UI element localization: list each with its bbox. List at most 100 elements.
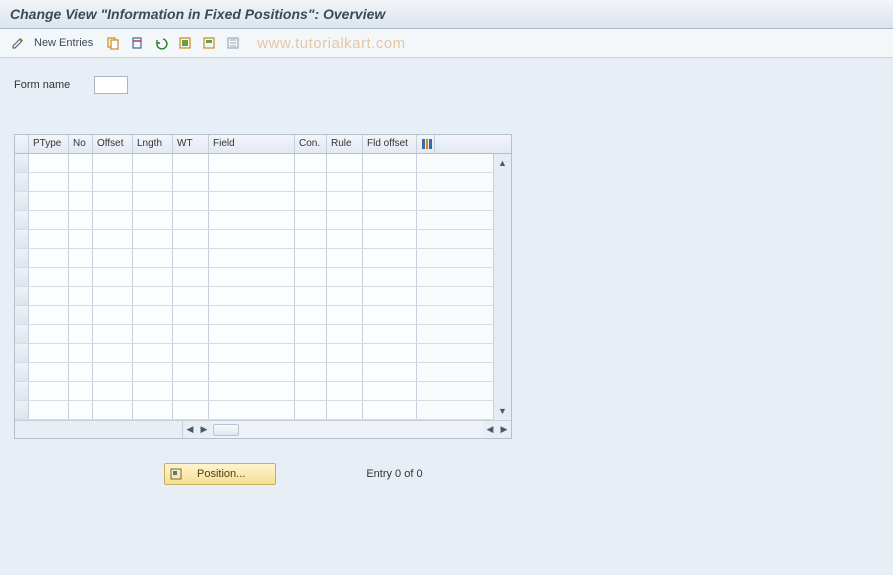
cell-con[interactable] <box>295 325 327 343</box>
cell-field[interactable] <box>209 344 295 362</box>
cell-lngth[interactable] <box>133 306 173 324</box>
cell-no[interactable] <box>69 382 93 400</box>
column-wt[interactable]: WT <box>173 135 209 153</box>
cell-field[interactable] <box>209 154 295 172</box>
column-rule[interactable]: Rule <box>327 135 363 153</box>
row-selector[interactable] <box>15 325 29 343</box>
cell-no[interactable] <box>69 401 93 419</box>
cell-offset[interactable] <box>93 344 133 362</box>
hscroll-right-icon[interactable]: ▶ <box>497 423 511 437</box>
hscroll-thumb[interactable] <box>213 424 239 436</box>
cell-lngth[interactable] <box>133 287 173 305</box>
cell-fld[interactable] <box>363 306 417 324</box>
form-name-input[interactable] <box>94 76 128 94</box>
cell-offset[interactable] <box>93 192 133 210</box>
cell-ptype[interactable] <box>29 382 69 400</box>
cell-no[interactable] <box>69 268 93 286</box>
cell-rule[interactable] <box>327 287 363 305</box>
cell-fld[interactable] <box>363 268 417 286</box>
cell-con[interactable] <box>295 306 327 324</box>
cell-no[interactable] <box>69 363 93 381</box>
cell-rule[interactable] <box>327 382 363 400</box>
cell-con[interactable] <box>295 192 327 210</box>
cell-wt[interactable] <box>173 306 209 324</box>
cell-field[interactable] <box>209 325 295 343</box>
cell-fld[interactable] <box>363 382 417 400</box>
cell-lngth[interactable] <box>133 344 173 362</box>
cell-rule[interactable] <box>327 211 363 229</box>
cell-rule[interactable] <box>327 344 363 362</box>
column-fld-offset[interactable]: Fld offset <box>363 135 417 153</box>
cell-lngth[interactable] <box>133 401 173 419</box>
undo-icon[interactable] <box>151 33 171 53</box>
cell-wt[interactable] <box>173 287 209 305</box>
cell-wt[interactable] <box>173 249 209 267</box>
cell-rule[interactable] <box>327 173 363 191</box>
row-selector[interactable] <box>15 268 29 286</box>
column-no[interactable]: No <box>69 135 93 153</box>
row-selector[interactable] <box>15 344 29 362</box>
row-selector[interactable] <box>15 401 29 419</box>
hscroll-track[interactable] <box>211 421 483 438</box>
cell-wt[interactable] <box>173 325 209 343</box>
column-lngth[interactable]: Lngth <box>133 135 173 153</box>
cell-wt[interactable] <box>173 192 209 210</box>
cell-lngth[interactable] <box>133 249 173 267</box>
cell-lngth[interactable] <box>133 211 173 229</box>
cell-con[interactable] <box>295 230 327 248</box>
cell-no[interactable] <box>69 230 93 248</box>
row-selector[interactable] <box>15 192 29 210</box>
cell-field[interactable] <box>209 287 295 305</box>
cell-rule[interactable] <box>327 154 363 172</box>
cell-fld[interactable] <box>363 154 417 172</box>
cell-no[interactable] <box>69 325 93 343</box>
cell-con[interactable] <box>295 382 327 400</box>
cell-wt[interactable] <box>173 173 209 191</box>
cell-con[interactable] <box>295 173 327 191</box>
row-selector[interactable] <box>15 249 29 267</box>
cell-field[interactable] <box>209 173 295 191</box>
cell-lngth[interactable] <box>133 154 173 172</box>
cell-field[interactable] <box>209 249 295 267</box>
cell-offset[interactable] <box>93 268 133 286</box>
cell-lngth[interactable] <box>133 268 173 286</box>
column-con[interactable]: Con. <box>295 135 327 153</box>
cell-rule[interactable] <box>327 401 363 419</box>
cell-lngth[interactable] <box>133 192 173 210</box>
cell-field[interactable] <box>209 401 295 419</box>
cell-ptype[interactable] <box>29 173 69 191</box>
cell-wt[interactable] <box>173 363 209 381</box>
select-block-icon[interactable] <box>199 33 219 53</box>
row-selector[interactable] <box>15 306 29 324</box>
cell-wt[interactable] <box>173 401 209 419</box>
cell-offset[interactable] <box>93 306 133 324</box>
cell-field[interactable] <box>209 382 295 400</box>
row-selector[interactable] <box>15 363 29 381</box>
column-field[interactable]: Field <box>209 135 295 153</box>
cell-field[interactable] <box>209 363 295 381</box>
cell-field[interactable] <box>209 268 295 286</box>
cell-ptype[interactable] <box>29 192 69 210</box>
horizontal-scrollbar[interactable]: ◀ ▶ ◀ ▶ <box>15 420 511 438</box>
cell-wt[interactable] <box>173 154 209 172</box>
cell-rule[interactable] <box>327 230 363 248</box>
cell-fld[interactable] <box>363 401 417 419</box>
cell-field[interactable] <box>209 211 295 229</box>
row-selector[interactable] <box>15 211 29 229</box>
cell-no[interactable] <box>69 211 93 229</box>
cell-rule[interactable] <box>327 249 363 267</box>
cell-lngth[interactable] <box>133 230 173 248</box>
cell-con[interactable] <box>295 287 327 305</box>
cell-fld[interactable] <box>363 230 417 248</box>
cell-fld[interactable] <box>363 344 417 362</box>
cell-wt[interactable] <box>173 268 209 286</box>
cell-con[interactable] <box>295 401 327 419</box>
cell-lngth[interactable] <box>133 173 173 191</box>
cell-ptype[interactable] <box>29 363 69 381</box>
cell-no[interactable] <box>69 287 93 305</box>
cell-ptype[interactable] <box>29 211 69 229</box>
cell-rule[interactable] <box>327 325 363 343</box>
cell-offset[interactable] <box>93 173 133 191</box>
cell-fld[interactable] <box>363 211 417 229</box>
cell-offset[interactable] <box>93 287 133 305</box>
